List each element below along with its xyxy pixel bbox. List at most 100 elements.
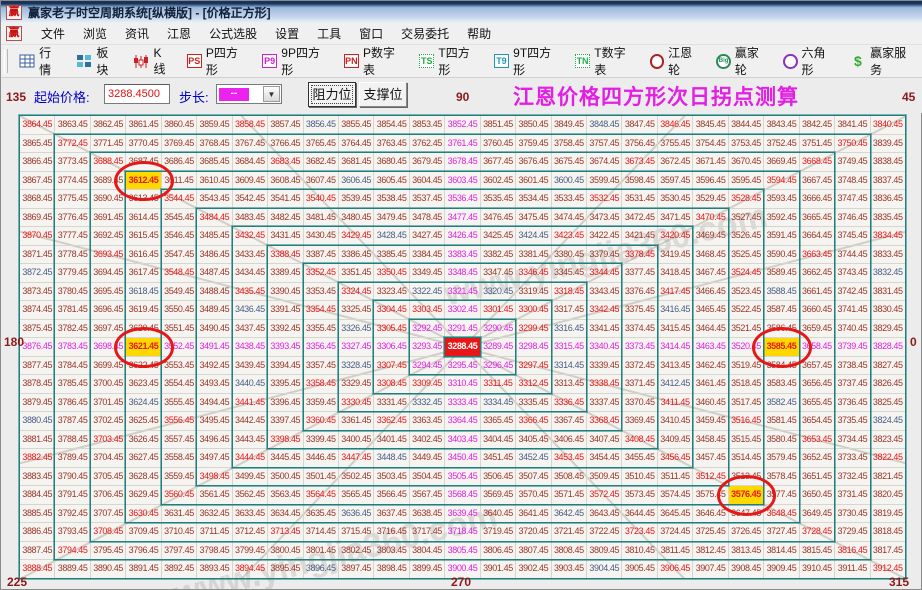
grid-cell[interactable]: 3573.45 — [622, 486, 657, 505]
grid-cell[interactable]: 3327.45 — [339, 338, 374, 357]
grid-cell[interactable]: 3654.45 — [800, 412, 835, 431]
grid-cell[interactable]: 3313.45 — [552, 375, 587, 394]
grid-cell[interactable]: 3649.45 — [800, 505, 835, 524]
grid-cell[interactable]: 3550.45 — [162, 301, 197, 320]
grid-cell[interactable]: 3331.45 — [374, 394, 409, 413]
grid-cell[interactable]: 3463.45 — [693, 338, 728, 357]
grid-cell[interactable]: 3809.45 — [587, 542, 622, 561]
grid-cell[interactable]: 3860.45 — [162, 116, 197, 135]
grid-cell[interactable]: 3405.45 — [516, 431, 551, 450]
grid-cell[interactable]: 3394.45 — [268, 357, 303, 376]
grid-cell[interactable]: 3461.45 — [693, 375, 728, 394]
grid-cell[interactable]: 3568.45 — [445, 486, 480, 505]
grid-cell[interactable]: 3602.45 — [481, 172, 516, 191]
grid-cell[interactable]: 3729.45 — [835, 523, 870, 542]
grid-cell[interactable]: 3397.45 — [268, 412, 303, 431]
grid-cell[interactable]: 3407.45 — [587, 431, 622, 450]
grid-cell[interactable]: 3896.45 — [304, 560, 339, 579]
grid-cell[interactable]: 3711.45 — [197, 523, 232, 542]
grid-cell[interactable]: 3682.45 — [304, 153, 339, 172]
grid-cell[interactable]: 3856.45 — [304, 116, 339, 135]
grid-cell[interactable]: 3790.45 — [55, 468, 90, 487]
grid-cell[interactable]: 3511.45 — [658, 468, 693, 487]
grid-cell[interactable]: 3787.45 — [55, 412, 90, 431]
grid-cell[interactable]: 3678.45 — [445, 153, 480, 172]
grid-cell[interactable]: 3901.45 — [481, 560, 516, 579]
grid-cell[interactable]: 3697.45 — [91, 320, 126, 339]
grid-cell[interactable]: 3892.45 — [162, 560, 197, 579]
grid-cell[interactable]: 3685.45 — [197, 153, 232, 172]
grid-cell[interactable]: 3346.45 — [516, 264, 551, 283]
grid-cell[interactable]: 3409.45 — [658, 431, 693, 450]
grid-cell[interactable]: 3614.45 — [126, 209, 161, 228]
grid-cell[interactable]: 3367.45 — [552, 412, 587, 431]
grid-cell[interactable]: 3432.45 — [233, 227, 268, 246]
grid-cell[interactable]: 3543.45 — [197, 190, 232, 209]
grid-cell[interactable]: 3444.45 — [233, 449, 268, 468]
grid-cell[interactable]: 3443.45 — [233, 431, 268, 450]
grid-cell[interactable]: 3689.45 — [91, 172, 126, 191]
grid-cell[interactable]: 3625.45 — [126, 412, 161, 431]
grid-cell[interactable]: 3326.45 — [339, 320, 374, 339]
grid-cell[interactable]: 3447.45 — [339, 449, 374, 468]
grid-cell[interactable]: 3867.45 — [20, 172, 55, 191]
grid-cell[interactable]: 3370.45 — [622, 394, 657, 413]
grid-cell[interactable]: 3537.45 — [410, 190, 445, 209]
grid-cell[interactable]: 3709.45 — [126, 523, 161, 542]
grid-cell[interactable]: 3535.45 — [481, 190, 516, 209]
grid-cell[interactable]: 3435.45 — [233, 283, 268, 302]
grid-cell[interactable]: 3351.45 — [339, 264, 374, 283]
grid-cell[interactable]: 3433.45 — [233, 246, 268, 265]
grid-cell[interactable]: 3333.45 — [445, 394, 480, 413]
grid-cell[interactable]: 3576.45 — [729, 486, 764, 505]
grid-cell[interactable]: 3693.45 — [91, 246, 126, 265]
grid-cell[interactable]: 3723.45 — [622, 523, 657, 542]
grid-cell[interactable]: 3818.45 — [871, 523, 906, 542]
grid-cell[interactable]: 3509.45 — [587, 468, 622, 487]
grid-cell[interactable]: 3852.45 — [445, 116, 480, 135]
grid-cell[interactable]: 3676.45 — [516, 153, 551, 172]
grid-cell[interactable]: 3620.45 — [126, 320, 161, 339]
grid-cell[interactable]: 3789.45 — [55, 449, 90, 468]
grid-cell[interactable]: 3851.45 — [481, 116, 516, 135]
grid-cell[interactable]: 3808.45 — [552, 542, 587, 561]
grid-cell[interactable]: 3413.45 — [658, 357, 693, 376]
grid-cell[interactable]: 3423.45 — [552, 227, 587, 246]
grid-cell[interactable]: 3793.45 — [55, 523, 90, 542]
grid-cell[interactable]: 3768.45 — [197, 135, 232, 154]
grid-cell[interactable]: 3421.45 — [622, 227, 657, 246]
grid-cell[interactable]: 3574.45 — [658, 486, 693, 505]
grid-cell[interactable]: 3763.45 — [374, 135, 409, 154]
grid-cell[interactable]: 3827.45 — [871, 357, 906, 376]
grid-cell[interactable]: 3406.45 — [552, 431, 587, 450]
grid-cell[interactable]: 3384.45 — [410, 246, 445, 265]
grid-cell[interactable]: 3588.45 — [764, 283, 799, 302]
grid-cell[interactable]: 3353.45 — [304, 283, 339, 302]
grid-cell[interactable]: 3671.45 — [693, 153, 728, 172]
grid-cell[interactable]: 3887.45 — [20, 542, 55, 561]
grid-cell[interactable]: 3872.45 — [20, 264, 55, 283]
grid-cell[interactable]: 3580.45 — [764, 431, 799, 450]
grid-cell[interactable]: 3376.45 — [622, 283, 657, 302]
grid-cell[interactable]: 3546.45 — [162, 227, 197, 246]
grid-cell[interactable]: 3348.45 — [445, 264, 480, 283]
grid-cell[interactable]: 3544.45 — [162, 190, 197, 209]
toolbar-button-行情[interactable]: 行情 — [12, 42, 69, 80]
grid-cell[interactable]: 3796.45 — [126, 542, 161, 561]
grid-cell[interactable]: 3854.45 — [374, 116, 409, 135]
grid-cell[interactable]: 3512.45 — [693, 468, 728, 487]
grid-cell[interactable]: 3475.45 — [516, 209, 551, 228]
grid-cell[interactable]: 3865.45 — [20, 135, 55, 154]
grid-cell[interactable]: 3743.45 — [835, 264, 870, 283]
combo-dropdown-arrow-icon[interactable]: ▼ — [263, 86, 280, 102]
grid-cell[interactable]: 3714.45 — [304, 523, 339, 542]
grid-cell[interactable]: 3807.45 — [516, 542, 551, 561]
grid-cell[interactable]: 3345.45 — [552, 264, 587, 283]
grid-cell[interactable]: 3563.45 — [268, 486, 303, 505]
grid-cell[interactable]: 3644.45 — [622, 505, 657, 524]
grid-cell[interactable]: 3478.45 — [410, 209, 445, 228]
grid-cell[interactable]: 3302.45 — [445, 301, 480, 320]
grid-cell[interactable]: 3719.45 — [481, 523, 516, 542]
grid-cell[interactable]: 3317.45 — [552, 301, 587, 320]
grid-cell[interactable]: 3565.45 — [339, 486, 374, 505]
